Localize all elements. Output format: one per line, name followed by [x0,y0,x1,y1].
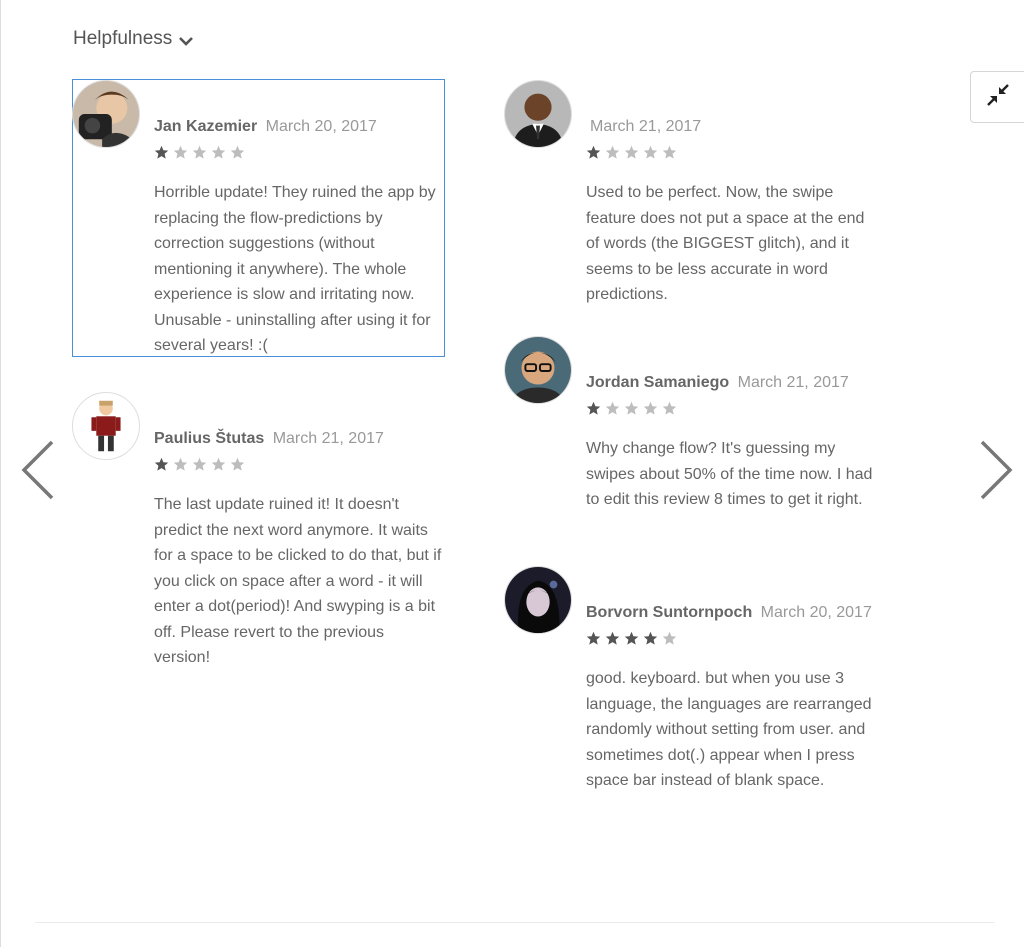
page-left-border [0,0,1,947]
star-empty-icon [643,401,658,415]
star-empty-icon [662,631,677,645]
review-date: March 21, 2017 [590,118,702,135]
star-empty-icon [230,145,245,159]
star-empty-icon [605,401,620,415]
review-meta: March 21, 2017 [586,118,701,136]
star-filled-icon [586,145,601,159]
star-empty-icon [624,401,639,415]
review-author: Borvorn Suntornpoch [586,604,753,621]
star-filled-icon [643,631,658,645]
next-page-button[interactable] [976,436,1016,506]
star-filled-icon [605,631,620,645]
star-rating [586,401,677,416]
avatar [504,336,572,404]
review-date: March 21, 2017 [272,430,384,447]
star-empty-icon [173,145,188,159]
star-empty-icon [662,145,677,159]
star-rating [154,145,245,160]
star-rating [586,145,677,160]
chevron-left-icon [21,440,54,500]
star-empty-icon [211,457,226,471]
review-text: Used to be perfect. Now, the swipe featu… [586,184,865,303]
avatar [504,80,572,148]
star-empty-icon [211,145,226,159]
review-date: March 21, 2017 [737,374,849,391]
review-text: good. keyboard. but when you use 3 langu… [586,670,872,789]
star-empty-icon [173,457,188,471]
review-meta: Paulius Štutas March 21, 2017 [154,430,384,448]
star-empty-icon [192,457,207,471]
avatar [72,392,140,460]
review-meta: Borvorn Suntornpoch March 20, 2017 [586,604,872,622]
collapse-button[interactable] [970,71,1024,123]
sort-label: Helpfulness [73,28,173,49]
review-author: Jordan Samaniego [586,374,730,391]
star-filled-icon [624,631,639,645]
star-rating [154,457,245,472]
review-text: Why change flow? It's guessing my swipes… [586,440,873,508]
avatar [504,566,572,634]
review-meta: Jan Kazemier March 20, 2017 [154,118,377,136]
star-empty-icon [605,145,620,159]
star-empty-icon [230,457,245,471]
review-text: The last update ruined it! It doesn't pr… [154,496,442,666]
star-filled-icon [586,631,601,645]
review-text: Horrible update! They ruined the app by … [154,184,436,354]
star-empty-icon [192,145,207,159]
star-rating [586,631,677,646]
review-meta: Jordan Samaniego March 21, 2017 [586,374,849,392]
previous-page-button[interactable] [18,436,58,506]
divider [35,922,995,923]
review-author: Paulius Štutas [154,430,265,447]
review-author: Jan Kazemier [154,118,258,135]
avatar [72,80,140,148]
star-empty-icon [662,401,677,415]
review-date: March 20, 2017 [760,604,872,621]
collapse-icon [985,82,1011,113]
chevron-down-icon [178,33,194,49]
review-date: March 20, 2017 [265,118,377,135]
star-filled-icon [586,401,601,415]
chevron-right-icon [980,440,1013,500]
star-filled-icon [154,145,169,159]
star-empty-icon [624,145,639,159]
star-empty-icon [643,145,658,159]
sort-dropdown[interactable]: Helpfulness [73,28,194,50]
star-filled-icon [154,457,169,471]
